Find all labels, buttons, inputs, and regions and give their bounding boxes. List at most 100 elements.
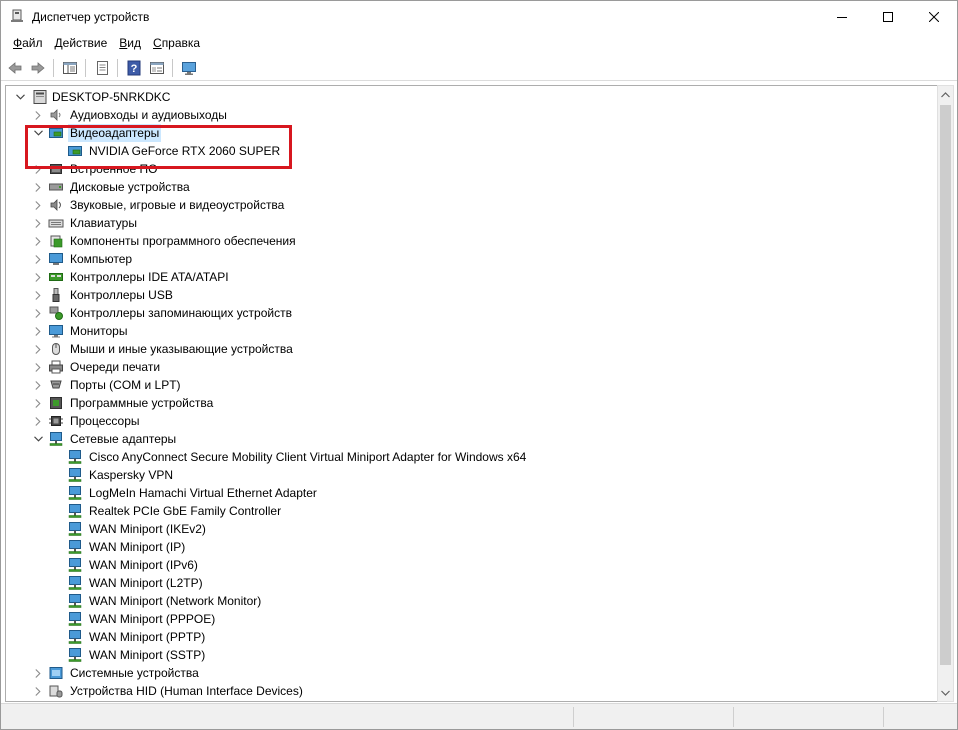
title-bar[interactable]: Диспетчер устройств bbox=[1, 1, 957, 32]
network-adapter-icon bbox=[67, 485, 83, 501]
tree-item-label: Встроенное ПО bbox=[70, 162, 158, 176]
tree-device[interactable]: WAN Miniport (IKEv2) bbox=[6, 520, 937, 538]
collapse-chevron-icon[interactable] bbox=[32, 412, 44, 430]
tree-category[interactable]: Компьютер bbox=[6, 250, 937, 268]
network-adapter-icon bbox=[67, 539, 83, 555]
close-button[interactable] bbox=[911, 1, 957, 32]
maximize-icon bbox=[883, 11, 893, 22]
tree-device[interactable]: WAN Miniport (PPPOE) bbox=[6, 610, 937, 628]
collapse-chevron-icon[interactable] bbox=[32, 232, 44, 250]
tree-category[interactable]: Процессоры bbox=[6, 412, 937, 430]
tree-category[interactable]: Системные устройства bbox=[6, 664, 937, 682]
network-adapter-icon bbox=[67, 647, 83, 663]
tree-device[interactable]: WAN Miniport (IP) bbox=[6, 538, 937, 556]
menu-label-rest: правка bbox=[161, 36, 201, 50]
tree-category[interactable]: Компоненты программного обеспечения bbox=[6, 232, 937, 250]
collapse-chevron-icon[interactable] bbox=[32, 340, 44, 358]
help-icon: ? bbox=[127, 60, 141, 75]
help-button[interactable]: ? bbox=[123, 57, 145, 79]
maximize-button[interactable] bbox=[865, 1, 911, 32]
tree-category[interactable]: Клавиатуры bbox=[6, 214, 937, 232]
show-hide-console-tree-button[interactable] bbox=[59, 57, 81, 79]
tree-category[interactable]: Устройства HID (Human Interface Devices) bbox=[6, 682, 937, 700]
tree-device[interactable]: WAN Miniport (IPv6) bbox=[6, 556, 937, 574]
tree-category[interactable]: Аудиовходы и аудиовыходы bbox=[6, 106, 937, 124]
view-icon bbox=[150, 61, 164, 74]
collapse-chevron-icon[interactable] bbox=[32, 268, 44, 286]
firmware-icon bbox=[48, 161, 64, 177]
tree-category[interactable]: Мыши и иные указывающие устройства bbox=[6, 340, 937, 358]
collapse-chevron-icon[interactable] bbox=[32, 358, 44, 376]
device-tree: DESKTOP-5NRKDKC Аудиовходы и аудиовыходы В… bbox=[6, 88, 937, 700]
tree-category[interactable]: Видеоадаптеры bbox=[6, 124, 937, 142]
tree-device[interactable]: WAN Miniport (L2TP) bbox=[6, 574, 937, 592]
collapse-chevron-icon[interactable] bbox=[32, 304, 44, 322]
collapse-chevron-icon[interactable] bbox=[32, 664, 44, 682]
scroll-down-button[interactable] bbox=[938, 684, 953, 701]
tree-category[interactable]: Контроллеры USB bbox=[6, 286, 937, 304]
disk-icon bbox=[48, 179, 64, 195]
collapse-chevron-icon[interactable] bbox=[32, 160, 44, 178]
network-adapter-icon bbox=[67, 521, 83, 537]
forward-button[interactable] bbox=[27, 57, 49, 79]
network-adapter-icon bbox=[67, 467, 83, 483]
collapse-chevron-icon[interactable] bbox=[32, 394, 44, 412]
tree-device[interactable]: WAN Miniport (Network Monitor) bbox=[6, 592, 937, 610]
tree-device[interactable]: WAN Miniport (SSTP) bbox=[6, 646, 937, 664]
collapse-chevron-icon[interactable] bbox=[32, 286, 44, 304]
collapse-chevron-icon[interactable] bbox=[32, 376, 44, 394]
collapse-chevron-icon[interactable] bbox=[32, 214, 44, 232]
mouse-icon bbox=[48, 341, 64, 357]
tree-category[interactable]: Звуковые, игровые и видеоустройства bbox=[6, 196, 937, 214]
tree-device[interactable]: Kaspersky VPN bbox=[6, 466, 937, 484]
menu-label-rest: ид bbox=[127, 36, 142, 50]
vertical-scrollbar[interactable] bbox=[937, 85, 954, 702]
tree-category[interactable]: Контроллеры IDE ATA/ATAPI bbox=[6, 268, 937, 286]
audio-io-icon bbox=[48, 107, 64, 123]
tree-category[interactable]: Дисковые устройства bbox=[6, 178, 937, 196]
collapse-chevron-icon[interactable] bbox=[32, 322, 44, 340]
device-tree-pane[interactable]: DESKTOP-5NRKDKC Аудиовходы и аудиовыходы В… bbox=[5, 85, 937, 702]
back-button[interactable] bbox=[4, 57, 26, 79]
tree-device[interactable]: LogMeIn Hamachi Virtual Ethernet Adapter bbox=[6, 484, 937, 502]
tree-device[interactable]: WAN Miniport (PPTP) bbox=[6, 628, 937, 646]
collapse-chevron-icon[interactable] bbox=[32, 178, 44, 196]
collapse-chevron-icon[interactable] bbox=[32, 682, 44, 700]
menu-item-2[interactable]: Вид bbox=[113, 33, 147, 53]
tree-category[interactable]: Сетевые адаптеры bbox=[6, 430, 937, 448]
display-adapter-icon bbox=[48, 125, 64, 141]
menu-item-0[interactable]: Файл bbox=[7, 33, 49, 53]
view-button[interactable] bbox=[146, 57, 168, 79]
menu-item-1[interactable]: Действие bbox=[49, 33, 114, 53]
collapse-chevron-icon[interactable] bbox=[32, 250, 44, 268]
collapse-chevron-icon[interactable] bbox=[32, 106, 44, 124]
tree-root-node[interactable]: DESKTOP-5NRKDKC bbox=[6, 88, 937, 106]
network-adapter-icon bbox=[67, 611, 83, 627]
expand-chevron-icon[interactable] bbox=[32, 124, 44, 142]
tree-category[interactable]: Порты (COM и LPT) bbox=[6, 376, 937, 394]
network-adapter-icon bbox=[67, 575, 83, 591]
expand-chevron-icon[interactable] bbox=[32, 430, 44, 448]
scroll-up-button[interactable] bbox=[938, 86, 953, 103]
tree-category[interactable]: Контроллеры запоминающих устройств bbox=[6, 304, 937, 322]
tree-category[interactable]: Очереди печати bbox=[6, 358, 937, 376]
system-device-icon bbox=[48, 665, 64, 681]
tree-category[interactable]: Встроенное ПО bbox=[6, 160, 937, 178]
tree-item-label: Мониторы bbox=[70, 324, 128, 338]
tree-device[interactable]: NVIDIA GeForce RTX 2060 SUPER bbox=[6, 142, 937, 160]
tree-device[interactable]: Realtek PCIe GbE Family Controller bbox=[6, 502, 937, 520]
status-bar bbox=[1, 703, 957, 729]
tree-item-label: Контроллеры запоминающих устройств bbox=[70, 306, 292, 320]
tree-category[interactable]: Мониторы bbox=[6, 322, 937, 340]
tree-device[interactable]: Cisco AnyConnect Secure Mobility Client … bbox=[6, 448, 937, 466]
minimize-button[interactable] bbox=[819, 1, 865, 32]
collapse-chevron-icon[interactable] bbox=[32, 196, 44, 214]
tree-category[interactable]: Программные устройства bbox=[6, 394, 937, 412]
properties-button[interactable] bbox=[91, 57, 113, 79]
scroll-thumb[interactable] bbox=[940, 105, 951, 665]
computer-root-icon bbox=[32, 89, 48, 105]
device-manager-app-icon bbox=[10, 9, 24, 23]
scan-hardware-button[interactable] bbox=[178, 57, 200, 79]
expand-chevron-icon[interactable] bbox=[14, 88, 26, 106]
menu-item-3[interactable]: Справка bbox=[147, 33, 206, 53]
